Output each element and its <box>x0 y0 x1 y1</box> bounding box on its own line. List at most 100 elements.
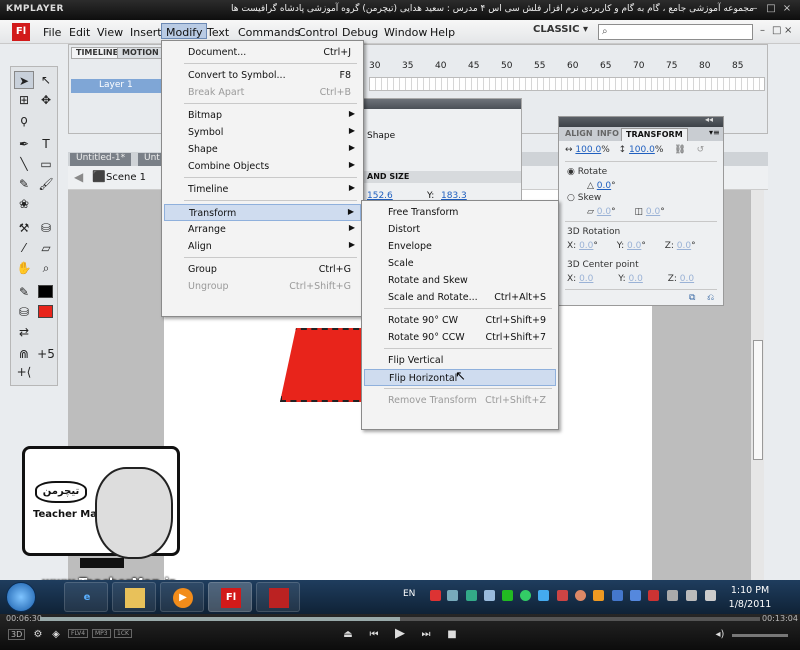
eraser-tool-icon[interactable]: ▱ <box>36 239 56 257</box>
action-center-icon[interactable] <box>705 590 716 601</box>
taskbar-media-player[interactable]: ▶ <box>160 582 204 612</box>
zoom-tool-icon[interactable]: ⌕ <box>36 259 56 277</box>
rot3d-z[interactable]: 0.0 <box>677 241 691 251</box>
menu-file[interactable]: File <box>39 24 65 40</box>
subselection-tool-icon[interactable]: ↖ <box>36 71 56 89</box>
taskbar-ie[interactable]: e <box>64 582 108 612</box>
tray-icon[interactable] <box>593 590 604 601</box>
reset-transform-icon[interactable]: ⎌ <box>707 293 714 303</box>
fill-color-icon[interactable]: ⛁ <box>14 303 34 321</box>
document-tab[interactable]: Untitled-1* <box>70 153 132 166</box>
player-minimize-icon[interactable]: – <box>750 4 760 14</box>
menu-item-align[interactable]: Align ▶ <box>164 238 361 255</box>
stage-scrollbar[interactable] <box>750 190 764 580</box>
menu-item-flip-vertical[interactable]: Flip Vertical <box>364 352 556 369</box>
volume-slider[interactable] <box>732 634 788 637</box>
taskbar-flash[interactable]: Fl <box>208 582 252 612</box>
scrollbar-thumb[interactable] <box>753 340 763 460</box>
smooth-icon[interactable]: +5 <box>36 345 56 363</box>
menu-item-remove-transform[interactable]: Remove Transform Ctrl+Shift+Z <box>364 392 556 409</box>
menu-control[interactable]: Control <box>294 24 342 40</box>
snap-to-objects-icon[interactable]: ⋒ <box>14 345 34 363</box>
player-maximize-icon[interactable]: □ <box>766 4 776 14</box>
previous-icon[interactable]: ⏮ <box>366 629 382 640</box>
start-button[interactable] <box>6 582 36 612</box>
taskbar-clock[interactable]: 1:10 PM 1/8/2011 <box>725 584 775 612</box>
menu-item-arrange[interactable]: Arrange ▶ <box>164 221 361 238</box>
swap-colors-icon[interactable]: ⇄ <box>14 323 34 341</box>
deco-tool-icon[interactable]: ❀ <box>14 195 34 213</box>
tray-icon[interactable] <box>520 590 531 601</box>
scale-height-value[interactable]: 100.0 <box>629 145 655 155</box>
menu-view[interactable]: View <box>93 24 127 40</box>
tab-transform[interactable]: TRANSFORM <box>621 128 688 141</box>
taskbar-teacherman-app[interactable] <box>256 582 300 612</box>
language-indicator[interactable]: EN <box>403 589 415 599</box>
brush-tool-icon[interactable]: 🖌 <box>36 175 56 193</box>
menu-item-rotate-and-skew[interactable]: Rotate and Skew <box>364 272 556 289</box>
volume-icon[interactable] <box>686 590 697 601</box>
menu-debug[interactable]: Debug <box>338 24 382 40</box>
menu-item-scale[interactable]: Scale <box>364 255 556 272</box>
menu-item-bitmap[interactable]: Bitmap ▶ <box>164 107 361 124</box>
lasso-tool-icon[interactable]: ϙ <box>14 111 34 129</box>
menu-item-free-transform[interactable]: Free Transform <box>364 204 556 221</box>
scale-width-value[interactable]: 100.0 <box>575 145 601 155</box>
bone-tool-icon[interactable]: ⚒ <box>14 219 34 237</box>
tray-icon[interactable] <box>502 590 513 601</box>
rot3d-y[interactable]: 0.0 <box>627 241 641 251</box>
menu-insert[interactable]: Insert <box>126 24 166 40</box>
tab-timeline[interactable]: TIMELINE <box>71 47 124 59</box>
skew-h-value[interactable]: 0.0 <box>597 207 611 217</box>
skew-radio[interactable]: ○ <box>567 193 575 203</box>
menu-item-break-apart[interactable]: Break Apart Ctrl+B <box>164 84 361 101</box>
line-tool-icon[interactable]: ╲ <box>14 155 34 173</box>
rotate-value[interactable]: 0.0 <box>597 181 611 191</box>
menu-item-document[interactable]: Document... Ctrl+J <box>164 44 361 61</box>
menu-text[interactable]: Text <box>203 24 233 40</box>
menu-window[interactable]: Window <box>380 24 431 40</box>
tray-icon[interactable] <box>557 590 568 601</box>
center3d-z[interactable]: 0.0 <box>680 274 694 284</box>
tray-icon[interactable] <box>630 590 641 601</box>
app-maximize-icon[interactable]: □ <box>772 25 781 36</box>
3d-mode-button[interactable]: 3D <box>8 629 26 640</box>
menu-item-transform[interactable]: Transform ▶ <box>164 204 361 221</box>
pen-tool-icon[interactable]: ✒ <box>14 135 34 153</box>
menu-item-group[interactable]: Group Ctrl+G <box>164 261 361 278</box>
reset-icon[interactable]: ↺ <box>697 145 705 155</box>
app-close-icon[interactable]: × <box>784 25 792 36</box>
rot3d-x[interactable]: 0.0 <box>579 241 593 251</box>
menu-item-distort[interactable]: Distort <box>364 221 556 238</box>
stop-icon[interactable]: ■ <box>444 629 460 640</box>
constrain-icon[interactable]: ⛓ <box>674 145 685 155</box>
workspace-switcher[interactable]: CLASSIC ▾ <box>533 24 588 35</box>
tray-icon[interactable] <box>447 590 458 601</box>
menu-item-symbol[interactable]: Symbol ▶ <box>164 124 361 141</box>
eject-icon[interactable]: ⏏ <box>340 629 356 640</box>
panel-menu-icon[interactable]: ▾≡ <box>709 128 720 137</box>
tray-icon[interactable] <box>648 590 659 601</box>
back-arrow-icon[interactable]: ◀ <box>74 170 83 184</box>
3d-rotation-tool-icon[interactable]: ✥ <box>36 91 56 109</box>
fill-color-swatch[interactable] <box>38 305 53 318</box>
audio-icon[interactable]: ◈ <box>48 629 64 640</box>
tray-icon[interactable] <box>538 590 549 601</box>
seek-bar[interactable] <box>40 617 760 621</box>
stroke-color-icon[interactable]: ✎ <box>14 283 34 301</box>
straighten-icon[interactable]: +⟨ <box>14 363 34 381</box>
taskbar-explorer[interactable] <box>112 582 156 612</box>
play-icon[interactable]: ▶ <box>392 626 408 641</box>
rotate-radio[interactable]: ◉ <box>567 167 575 177</box>
paint-bucket-tool-icon[interactable]: ⛁ <box>36 219 56 237</box>
menu-item-timeline[interactable]: Timeline ▶ <box>164 181 361 198</box>
center3d-x[interactable]: 0.0 <box>579 274 593 284</box>
tray-icon[interactable] <box>575 590 586 601</box>
menu-item-convert-to-symbol[interactable]: Convert to Symbol... F8 <box>164 67 361 84</box>
menu-modify[interactable]: Modify <box>161 23 208 39</box>
hand-tool-icon[interactable]: ✋ <box>14 259 34 277</box>
app-minimize-icon[interactable]: – <box>760 25 765 36</box>
settings-icon[interactable]: ⚙ <box>30 629 46 640</box>
network-icon[interactable] <box>667 590 678 601</box>
eyedropper-tool-icon[interactable]: ⁄ <box>14 239 34 257</box>
